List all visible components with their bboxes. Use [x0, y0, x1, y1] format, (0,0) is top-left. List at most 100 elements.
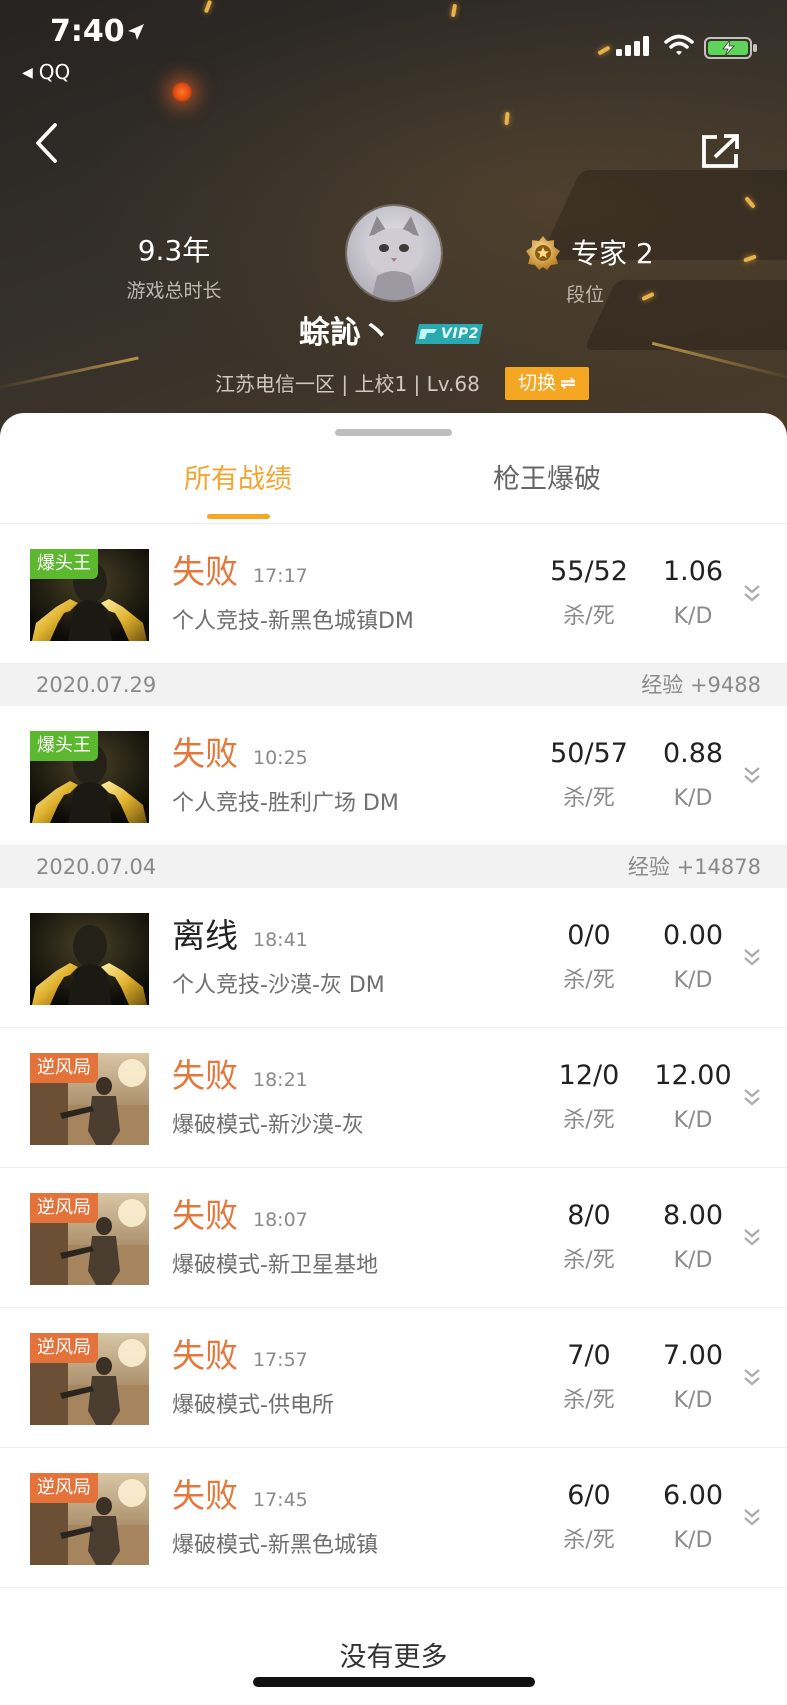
match-record-row[interactable]: 离线 18:41 个人竞技-沙漠-灰 DM 0/0 杀/死 0.00 K/D: [0, 888, 787, 1028]
match-time: 18:41: [253, 929, 308, 951]
vip-badge: VIP2: [413, 322, 485, 346]
kd-ratio-value: 0.88: [662, 738, 724, 769]
kd-ratio-value: 7.00: [662, 1340, 724, 1371]
no-more-label: 没有更多: [339, 1642, 448, 1673]
date-label: 2020.07.29: [36, 673, 157, 697]
kills-deaths-label: 杀/死: [563, 1248, 615, 1273]
match-mode-map: 爆破模式-新沙漠-灰: [172, 1113, 364, 1138]
share-icon[interactable]: [700, 133, 742, 169]
date-header: 2020.07.04 经验 +14878: [0, 846, 787, 888]
kills-deaths-label: 杀/死: [563, 604, 615, 629]
rank-emblem-icon: [526, 236, 560, 270]
kd-ratio-label: K/D: [673, 968, 713, 993]
player-name: 蜍訫丶: [299, 315, 392, 351]
cellular-signal-icon: [616, 36, 649, 56]
decor-line: [0, 356, 139, 391]
expand-chevron-icon[interactable]: [742, 582, 762, 604]
kd-ratio-value: 8.00: [662, 1200, 724, 1231]
kills-deaths-value: 50/57: [550, 738, 628, 769]
match-time: 17:45: [253, 1489, 308, 1511]
home-indicator[interactable]: [253, 1677, 535, 1687]
match-record-list: 爆头王 失败 17:17 个人竞技-新黑色城镇DM 55/52 杀/死 1.06 K/D 202…: [0, 524, 787, 1588]
date-label: 2020.07.04: [36, 855, 157, 879]
back-to-app[interactable]: ◀ QQ: [22, 58, 70, 87]
kd-ratio-value: 0.00: [662, 920, 724, 951]
wifi-icon: [664, 34, 694, 55]
back-triangle-icon: ◀: [22, 65, 33, 81]
back-button[interactable]: [33, 122, 61, 164]
kd-ratio-label: K/D: [673, 786, 713, 811]
kills-deaths-label: 杀/死: [563, 1108, 615, 1133]
match-thumbnail: 逆风局: [30, 1053, 149, 1145]
match-record-row[interactable]: 逆风局 失败 18:07 爆破模式-新卫星基地 8/0 杀/死 8.00 K/D: [0, 1168, 787, 1308]
kills-deaths-value: 7/0: [567, 1340, 611, 1371]
drag-handle[interactable]: [335, 429, 452, 436]
match-thumbnail: [30, 913, 149, 1005]
match-time: 10:25: [253, 747, 308, 769]
kills-deaths-value: 55/52: [550, 556, 628, 587]
kd-ratio-value: 6.00: [662, 1480, 724, 1511]
tab-gun-king-demolition[interactable]: 枪王爆破: [447, 461, 647, 499]
vip-level-label: VIP2: [441, 326, 480, 342]
cat-avatar-image: [347, 206, 441, 300]
spark: [597, 45, 611, 56]
expand-chevron-icon[interactable]: [742, 946, 762, 968]
match-mode-map: 个人竞技-沙漠-灰 DM: [172, 973, 385, 998]
match-result: 离线: [172, 916, 238, 955]
kd-ratio-label: K/D: [673, 604, 713, 629]
status-time: 7:40: [50, 14, 125, 49]
match-record-row[interactable]: 逆风局 失败 18:21 爆破模式-新沙漠-灰 12/0 杀/死 12.00 K/D: [0, 1028, 787, 1168]
match-record-row[interactable]: 逆风局 失败 17:45 爆破模式-新黑色城镇 6/0 杀/死 6.00 K/D: [0, 1448, 787, 1588]
match-mode-map: 个人竞技-新黑色城镇DM: [172, 609, 414, 634]
match-time: 17:57: [253, 1349, 308, 1371]
match-record-row[interactable]: 爆头王 失败 17:17 个人竞技-新黑色城镇DM 55/52 杀/死 1.06 K/D: [0, 524, 787, 664]
kills-deaths-label: 杀/死: [563, 786, 615, 811]
expand-chevron-icon[interactable]: [742, 1506, 762, 1528]
profile-header: 7:40 ◀ QQ 9.3年 游戏总时长 专家 2 段位 蜍訫丶 VIP2 江苏…: [0, 0, 787, 440]
kd-ratio-value: 12.00: [654, 1060, 732, 1091]
match-mode-map: 爆破模式-新黑色城镇: [172, 1533, 378, 1558]
active-tab-indicator: [207, 514, 270, 519]
rank-value: 专家 2: [571, 237, 654, 270]
match-record-row[interactable]: 逆风局 失败 17:57 爆破模式-供电所 7/0 杀/死 7.00 K/D: [0, 1308, 787, 1448]
match-mode-map: 个人竞技-胜利广场 DM: [172, 791, 399, 816]
match-badge: 爆头王: [30, 731, 98, 761]
tab-all-records[interactable]: 所有战绩: [138, 461, 338, 499]
spark: [504, 111, 510, 126]
match-time: 17:17: [253, 565, 308, 587]
kills-deaths-value: 12/0: [558, 1060, 620, 1091]
match-result: 失败: [172, 1196, 238, 1235]
avatar[interactable]: [347, 206, 441, 300]
expand-chevron-icon[interactable]: [742, 1086, 762, 1108]
expand-chevron-icon[interactable]: [742, 1366, 762, 1388]
kills-deaths-label: 杀/死: [563, 968, 615, 993]
spark: [450, 3, 458, 18]
match-thumbnail: 逆风局: [30, 1473, 149, 1565]
match-result: 失败: [172, 1056, 238, 1095]
golden-pistols-image: [30, 913, 149, 1005]
match-result: 失败: [172, 552, 238, 591]
match-badge: 逆风局: [30, 1053, 98, 1083]
match-thumbnail: 爆头王: [30, 731, 149, 823]
switch-label: 切换: [518, 372, 557, 394]
match-thumbnail: 爆头王: [30, 549, 149, 641]
match-badge: 逆风局: [30, 1333, 98, 1363]
kd-ratio-label: K/D: [673, 1108, 713, 1133]
kills-deaths-label: 杀/死: [563, 1388, 615, 1413]
match-badge: 爆头王: [30, 549, 98, 579]
expand-chevron-icon[interactable]: [742, 764, 762, 786]
kills-deaths-value: 0/0: [567, 920, 611, 951]
swap-arrows-icon: ⇌: [560, 372, 576, 394]
match-record-row[interactable]: 爆头王 失败 10:25 个人竞技-胜利广场 DM 50/57 杀/死 0.88 K/D: [0, 706, 787, 846]
match-result: 失败: [172, 1476, 238, 1515]
play-time-label: 游戏总时长: [126, 280, 222, 302]
kd-ratio-label: K/D: [673, 1388, 713, 1413]
back-app-label: QQ: [38, 60, 71, 84]
expand-chevron-icon[interactable]: [742, 1226, 762, 1248]
match-time: 18:21: [253, 1069, 308, 1091]
switch-account-button[interactable]: 切换 ⇌: [505, 367, 589, 400]
experience-gain-label: 经验 +9488: [641, 673, 761, 697]
match-badge: 逆风局: [30, 1193, 98, 1223]
match-badge: 逆风局: [30, 1473, 98, 1503]
rank-label: 段位: [565, 284, 604, 306]
